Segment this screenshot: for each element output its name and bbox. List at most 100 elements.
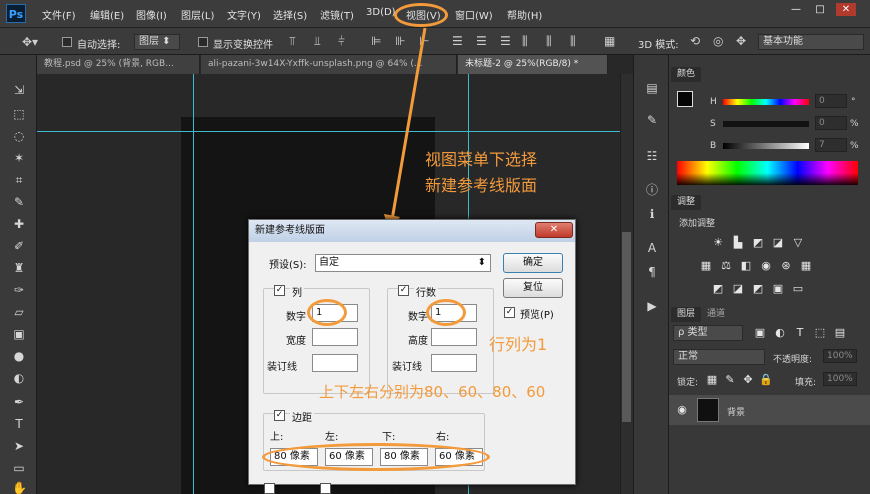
photo-filter-icon[interactable]: ◉ (759, 260, 773, 272)
move-tool-icon[interactable]: ⇲ (12, 83, 26, 97)
threshold-icon[interactable]: ◩ (751, 283, 765, 295)
menu-filter[interactable]: 滤镜(T) (320, 7, 354, 22)
rectangle-tool-icon[interactable]: ▭ (12, 461, 26, 475)
history-brush-tool-icon[interactable]: ✑ (12, 283, 26, 297)
foreground-color-swatch[interactable] (677, 91, 693, 107)
rows-height-input[interactable] (431, 328, 477, 346)
menu-3d[interactable]: 3D(D) (366, 7, 396, 18)
info-panel-icon[interactable]: ⓘ (645, 183, 659, 197)
lock-transparency-icon[interactable]: ▦ (705, 374, 719, 386)
move-tool-icon[interactable]: ✥▾ (22, 36, 38, 48)
distribute-bottom-icon[interactable]: ☰ (500, 35, 511, 47)
color-lookup-icon[interactable]: ▦ (799, 260, 813, 272)
auto-select-dropdown[interactable]: 图层 ⬍ (134, 34, 180, 50)
info-icon[interactable]: ℹ (645, 207, 659, 221)
tab-tutorial-psd[interactable]: 教程.psd @ 25% (背景, RGB... (37, 55, 200, 74)
tab-channels[interactable]: 通道 (701, 307, 732, 322)
3d-roll-icon[interactable]: ◎ (713, 35, 723, 47)
exposure-icon[interactable]: ◪ (771, 237, 785, 249)
play-action-icon[interactable]: ▶ (645, 299, 659, 313)
margin-checkbox[interactable]: ✓ (274, 410, 285, 421)
align-vcenter-icon[interactable]: ⫫ (314, 35, 321, 47)
marquee-tool-icon[interactable]: ⬚ (12, 107, 26, 121)
dialog-close-button[interactable]: ✕ (535, 222, 573, 238)
menu-file[interactable]: 文件(F) (42, 7, 76, 22)
fill-input[interactable]: 100% (823, 372, 857, 386)
hue-saturation-icon[interactable]: ▦ (699, 260, 713, 272)
dodge-tool-icon[interactable]: ◐ (12, 371, 26, 385)
blend-mode-dropdown[interactable]: 正常 (673, 349, 765, 365)
brightness-input[interactable]: 7 (815, 138, 847, 152)
selective-color-icon[interactable]: ▣ (771, 283, 785, 295)
columns-width-input[interactable] (312, 328, 358, 346)
show-transform-checkbox[interactable] (198, 37, 208, 47)
distribute-top-icon[interactable]: ☰ (452, 35, 463, 47)
gradient-map-icon[interactable]: ▭ (791, 283, 805, 295)
filter-pixel-icon[interactable]: ▣ (753, 327, 767, 339)
color-spectrum-bar[interactable] (677, 161, 858, 185)
hand-tool-icon[interactable]: ✋ (12, 481, 27, 494)
saturation-slider[interactable] (723, 121, 809, 127)
lasso-tool-icon[interactable]: ◌ (12, 129, 26, 143)
pen-tool-icon[interactable]: ✒ (12, 395, 26, 409)
magic-wand-tool-icon[interactable]: ✶ (12, 151, 26, 165)
guide-horizontal-top[interactable] (37, 131, 620, 132)
black-white-icon[interactable]: ◧ (739, 260, 753, 272)
vibrance-icon[interactable]: ▽ (791, 237, 805, 249)
levels-icon[interactable]: ▙ (731, 237, 745, 249)
paragraph-panel-icon[interactable]: ¶ (645, 265, 659, 279)
rows-gutter-input[interactable] (431, 354, 477, 372)
hue-input[interactable]: 0 (815, 94, 847, 108)
menu-layer[interactable]: 图层(L) (181, 7, 214, 22)
reset-button[interactable]: 复位 (503, 278, 563, 298)
filter-shape-icon[interactable]: ⬚ (813, 327, 827, 339)
color-balance-icon[interactable]: ⚖ (719, 260, 733, 272)
filter-smart-object-icon[interactable]: ▤ (833, 327, 847, 339)
scrollbar-thumb[interactable] (622, 232, 631, 422)
close-button[interactable]: ✕ (836, 3, 856, 16)
lock-pixels-icon[interactable]: ✎ (723, 374, 737, 386)
distribute-left-icon[interactable]: ⫼ (522, 35, 528, 47)
opacity-input[interactable]: 100% (823, 349, 857, 363)
menu-type[interactable]: 文字(Y) (227, 7, 261, 22)
curves-icon[interactable]: ◩ (751, 237, 765, 249)
distribute-hcenter-icon[interactable]: ⫼ (546, 35, 552, 47)
menu-window[interactable]: 窗口(W) (455, 7, 493, 22)
brush-tool-icon[interactable]: ✐ (12, 239, 26, 253)
brightness-contrast-icon[interactable]: ☀ (711, 237, 725, 249)
minimize-button[interactable]: — (786, 3, 806, 16)
menu-edit[interactable]: 编辑(E) (90, 7, 124, 22)
eyedropper-tool-icon[interactable]: ✎ (12, 195, 26, 209)
tab-layers[interactable]: 图层 (671, 307, 702, 322)
restore-button[interactable]: □ (810, 3, 830, 16)
invert-icon[interactable]: ◩ (711, 283, 725, 295)
columns-gutter-input[interactable] (312, 354, 358, 372)
gradient-tool-icon[interactable]: ▣ (12, 327, 26, 341)
columns-checkbox[interactable]: ✓ (274, 285, 285, 296)
character-panel-icon[interactable]: A (645, 241, 659, 255)
distribute-right-icon[interactable]: ⫼ (570, 35, 576, 47)
path-selection-tool-icon[interactable]: ➤ (12, 439, 26, 453)
layer-row-background[interactable]: ◉ 背景 (669, 395, 870, 425)
saturation-input[interactable]: 0 (815, 116, 847, 130)
tab-adjustments[interactable]: 调整 (671, 195, 702, 210)
auto-select-checkbox[interactable] (62, 37, 72, 47)
filter-type-icon[interactable]: T (793, 327, 807, 339)
layer-filter-dropdown[interactable]: ρ 类型 (673, 325, 743, 341)
preview-checkbox[interactable]: ✓ (504, 307, 515, 318)
distribute-vcenter-icon[interactable]: ☰ (476, 35, 487, 47)
menu-image[interactable]: 图像(I) (136, 7, 167, 22)
clone-stamp-tool-icon[interactable]: ♜ (12, 261, 26, 275)
properties-panel-icon[interactable]: ☷ (645, 149, 659, 163)
rows-checkbox[interactable]: ✓ (398, 285, 409, 296)
center-columns-checkbox[interactable] (264, 483, 275, 494)
visibility-eye-icon[interactable]: ◉ (675, 404, 689, 416)
eraser-tool-icon[interactable]: ▱ (12, 305, 26, 319)
history-panel-icon[interactable]: ▤ (645, 81, 659, 95)
posterize-icon[interactable]: ◪ (731, 283, 745, 295)
channel-mixer-icon[interactable]: ⊛ (779, 260, 793, 272)
auto-align-icon[interactable]: ▦ (604, 35, 615, 47)
align-top-icon[interactable]: ⫪ (289, 35, 296, 47)
workspace-dropdown[interactable]: 基本功能 (758, 34, 864, 50)
crop-tool-icon[interactable]: ⌗ (12, 173, 26, 187)
